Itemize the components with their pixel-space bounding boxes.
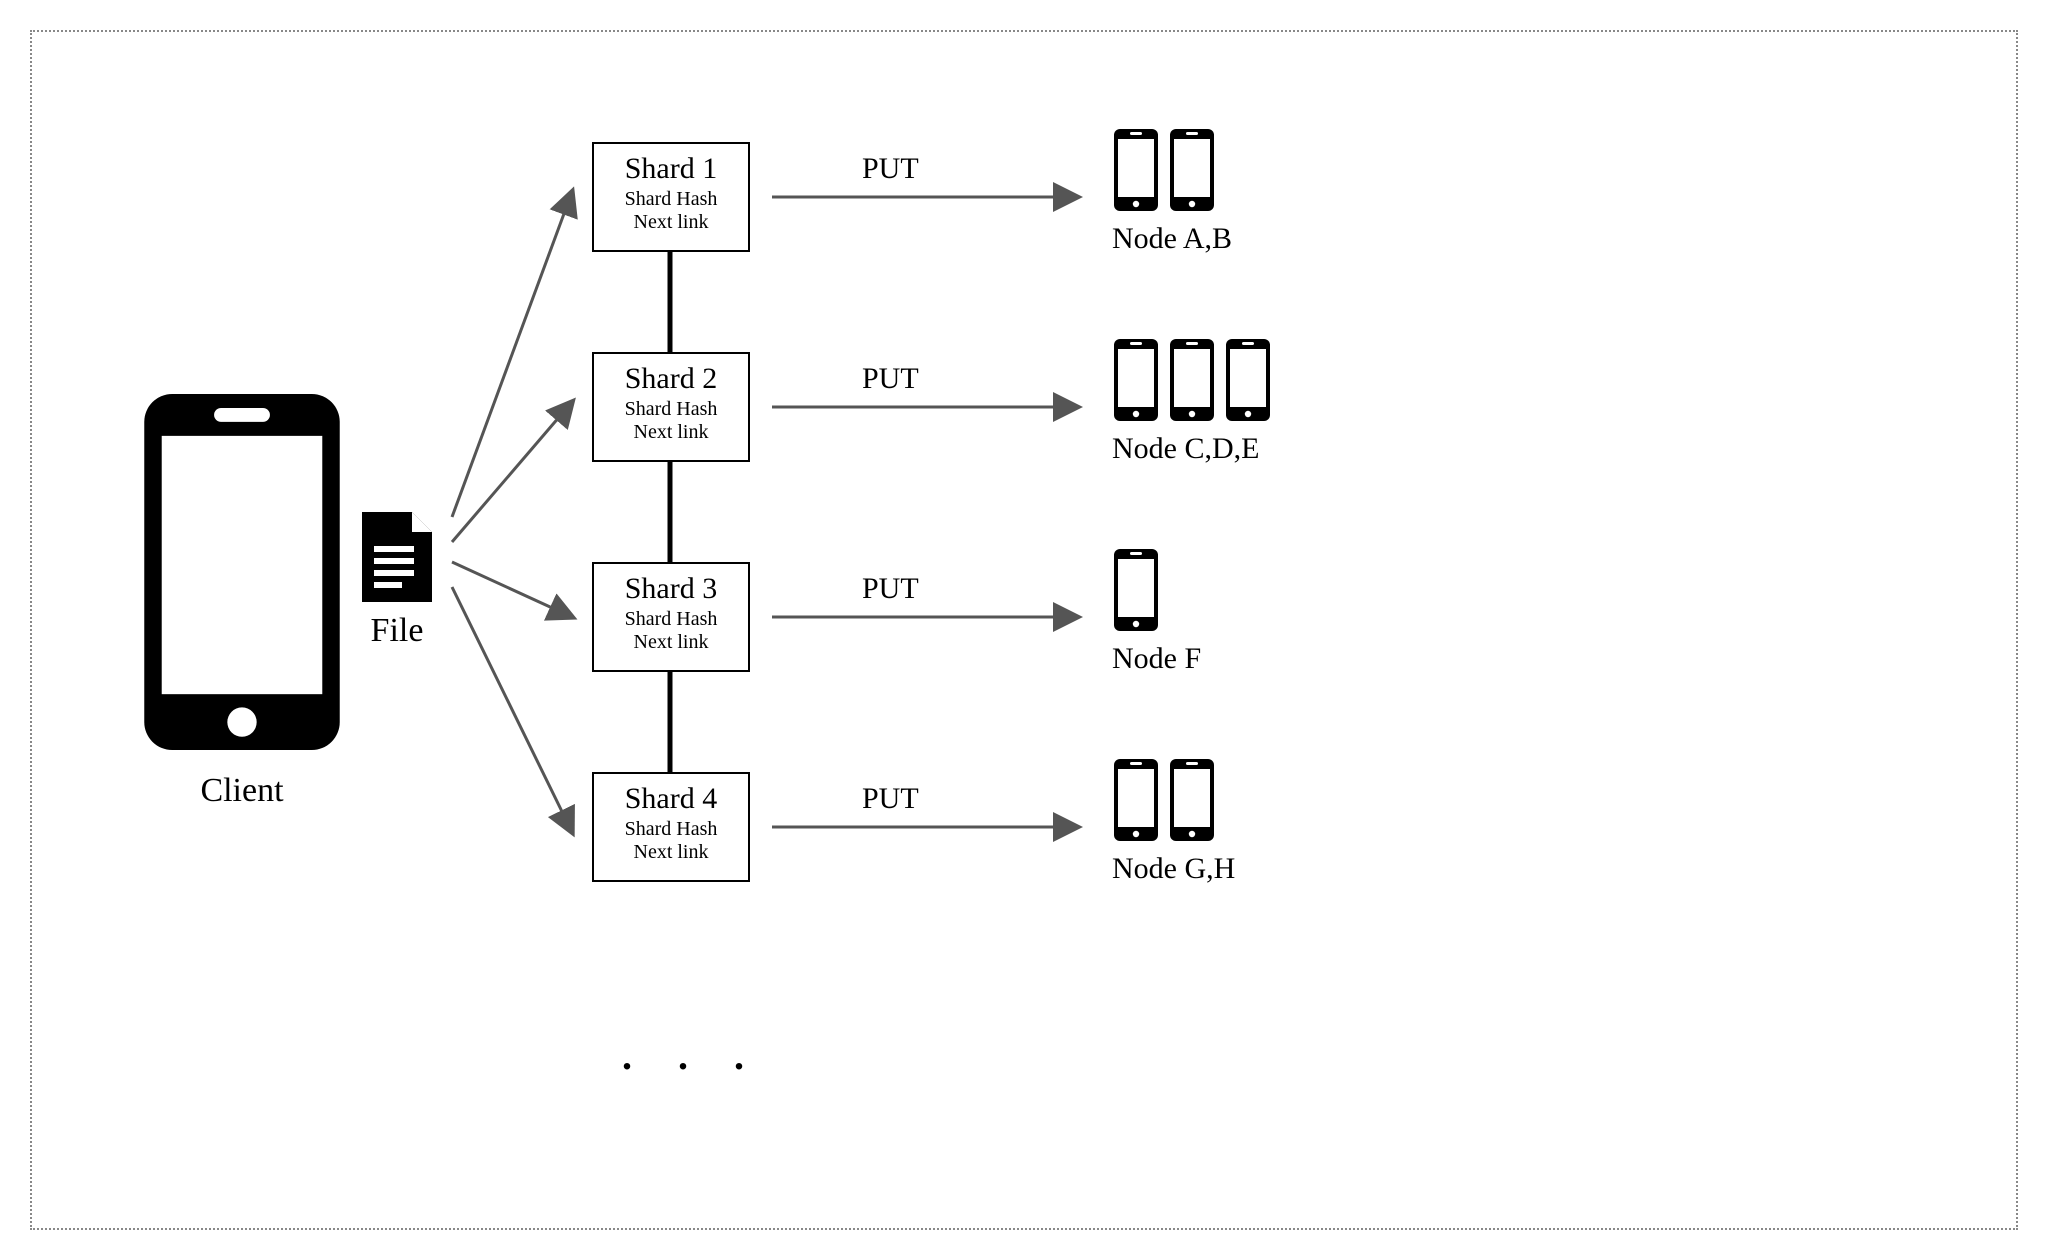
put-label: PUT — [862, 572, 919, 606]
node-group-2 — [1112, 337, 1280, 428]
shard-box-2: Shard 2 Shard Hash Next link — [592, 352, 750, 462]
phone-icon — [1112, 127, 1160, 213]
put-label: PUT — [862, 362, 919, 396]
node-group-1 — [1112, 127, 1224, 218]
diagram-frame: Client File Shard 1 Shard Hash — [30, 30, 2018, 1230]
phone-icon — [1168, 757, 1216, 843]
shard-link-text: Next link — [594, 631, 748, 654]
node-label: Node F — [1112, 642, 1362, 676]
node-group-3 — [1112, 547, 1168, 638]
shard-box-1: Shard 1 Shard Hash Next link — [592, 142, 750, 252]
put-label: PUT — [862, 152, 919, 186]
node-label: Node G,H — [1112, 852, 1362, 886]
shard-link-text: Next link — [594, 211, 748, 234]
shard-hash-text: Shard Hash — [594, 608, 748, 631]
phone-icon — [1168, 127, 1216, 213]
shard-title: Shard 1 — [594, 152, 748, 186]
put-label: PUT — [862, 782, 919, 816]
shard-box-4: Shard 4 Shard Hash Next link — [592, 772, 750, 882]
ellipsis: . . . — [622, 1032, 762, 1079]
node-label: Node A,B — [1112, 222, 1362, 256]
phone-icon — [1168, 337, 1216, 423]
shard-title: Shard 3 — [594, 572, 748, 606]
node-group-4 — [1112, 757, 1224, 848]
node-label: Node C,D,E — [1112, 432, 1362, 466]
shard-hash-text: Shard Hash — [594, 398, 748, 421]
shard-hash-text: Shard Hash — [594, 188, 748, 211]
arrows-layer — [32, 32, 2020, 1232]
shard-title: Shard 2 — [594, 362, 748, 396]
phone-icon — [1112, 337, 1160, 423]
shard-hash-text: Shard Hash — [594, 818, 748, 841]
shard-title: Shard 4 — [594, 782, 748, 816]
phone-icon — [1112, 757, 1160, 843]
phone-icon — [1224, 337, 1272, 423]
shard-link-text: Next link — [594, 841, 748, 864]
phone-icon — [1112, 547, 1160, 633]
shard-link-text: Next link — [594, 421, 748, 444]
shard-box-3: Shard 3 Shard Hash Next link — [592, 562, 750, 672]
